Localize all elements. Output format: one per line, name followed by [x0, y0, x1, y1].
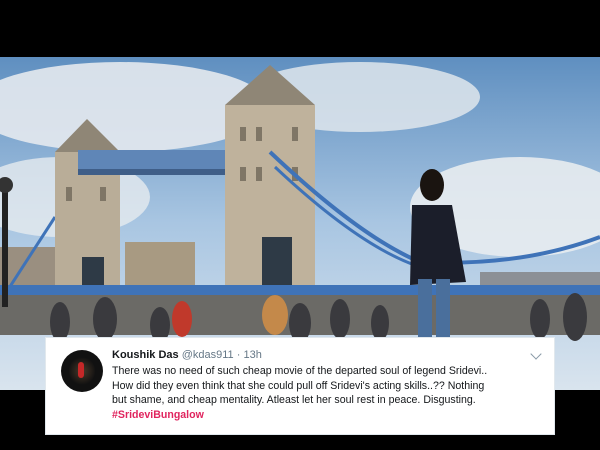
header-separator: · [236, 349, 241, 361]
tweet-timestamp[interactable]: 13h [243, 349, 261, 361]
author-handle[interactable]: @kdas911 [182, 349, 234, 361]
letterbox-top [0, 0, 600, 57]
tweet-body: There was no need of such cheap movie of… [112, 364, 542, 422]
avatar-image[interactable] [61, 350, 103, 392]
tweet-line: There was no need of such cheap movie of… [112, 365, 488, 377]
microphone-icon [78, 362, 84, 378]
author-name[interactable]: Koushik Das [112, 349, 179, 361]
tweet-line: but shame, and cheap mentality. Atleast … [112, 394, 476, 406]
tweet-line: How did they even think that she could p… [112, 379, 485, 392]
chevron-down-icon[interactable] [530, 348, 542, 360]
tweet-header: Koushik Das @kdas911 · 13h [112, 349, 262, 361]
tweet-card[interactable]: Koushik Das @kdas911 · 13h There was no … [45, 337, 555, 435]
hashtag-link[interactable]: #SrideviBungalow [112, 408, 542, 423]
